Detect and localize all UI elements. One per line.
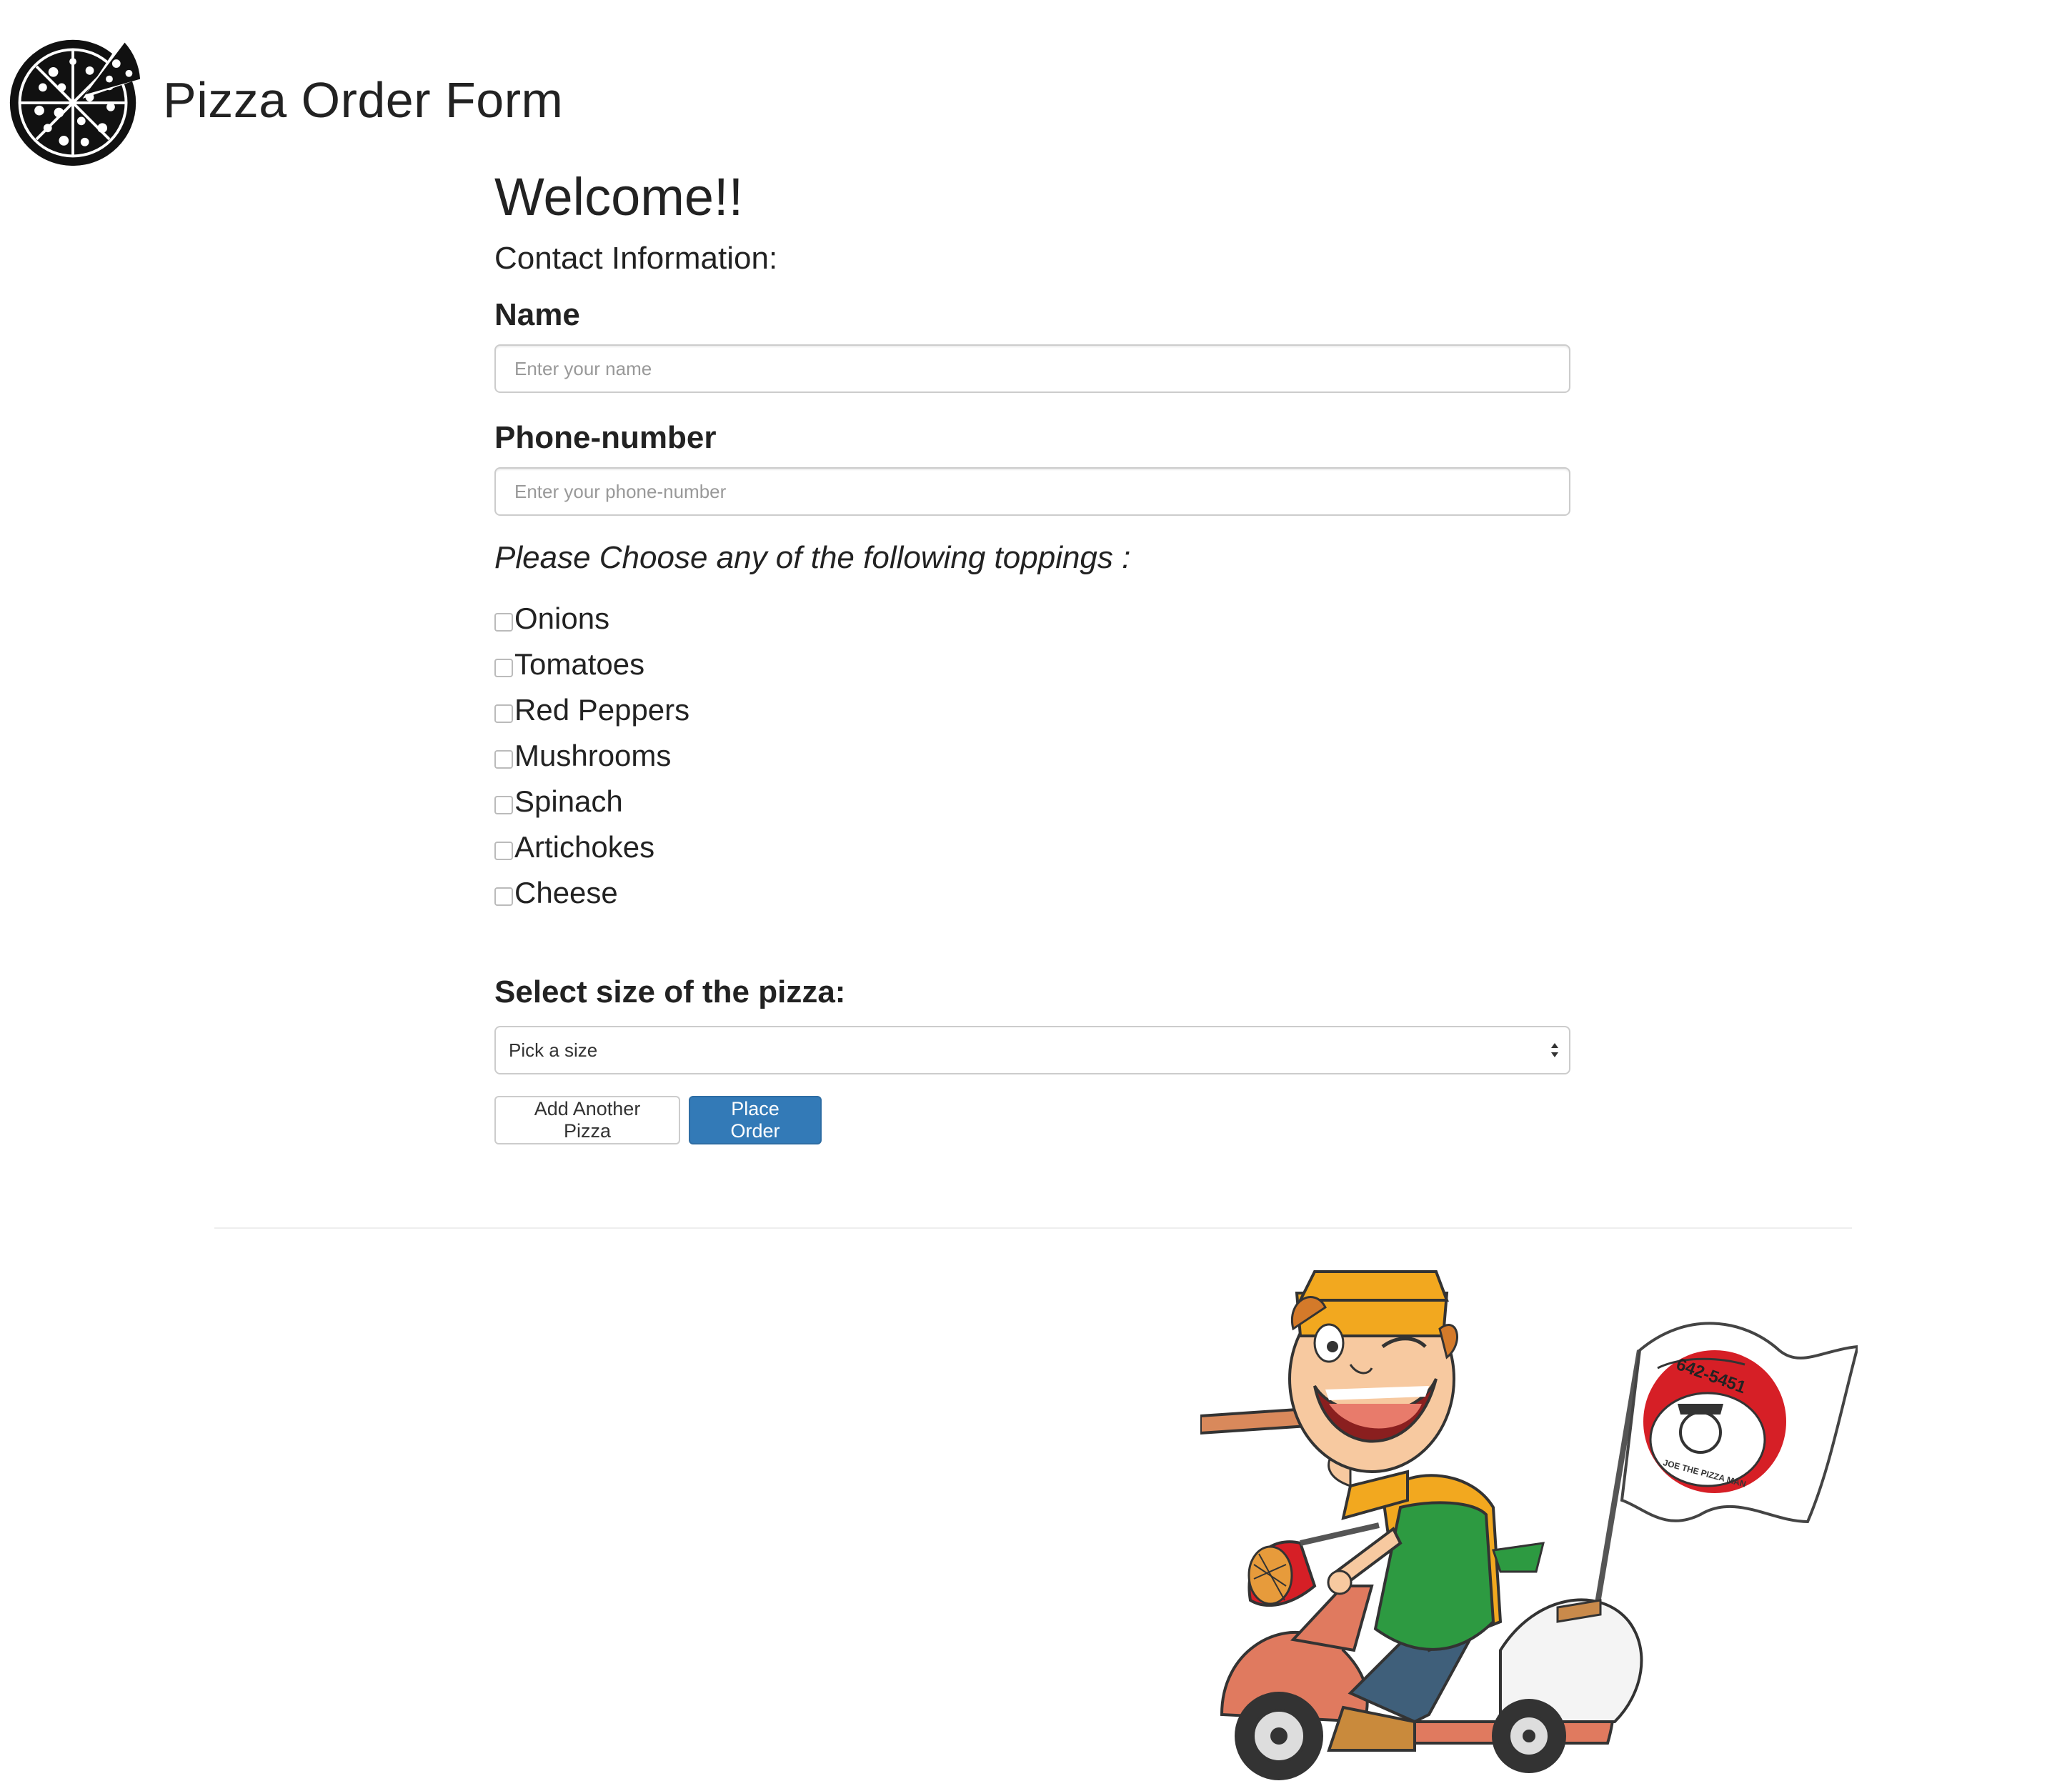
topping-cheese[interactable]: Cheese bbox=[494, 864, 1570, 910]
topping-onions[interactable]: Onions bbox=[494, 590, 1570, 636]
topping-mushrooms[interactable]: Mushrooms bbox=[494, 727, 1570, 773]
topping-cheese-label: Cheese bbox=[514, 876, 618, 909]
name-label: Name bbox=[494, 297, 580, 332]
form-actions: Add Another Pizza Place Order bbox=[494, 1096, 1570, 1144]
topping-spinach[interactable]: Spinach bbox=[494, 773, 1570, 819]
order-form: Welcome!! Contact Information: Name Phon… bbox=[494, 163, 1570, 1144]
topping-spinach-label: Spinach bbox=[514, 784, 623, 818]
topping-tomatoes[interactable]: Tomatoes bbox=[494, 636, 1570, 682]
toppings-list: Onions Tomatoes Red Peppers Mushrooms Sp… bbox=[494, 590, 1570, 910]
topping-artichokes[interactable]: Artichokes bbox=[494, 819, 1570, 864]
topping-artichokes-checkbox[interactable] bbox=[494, 842, 513, 860]
topping-cheese-checkbox[interactable] bbox=[494, 887, 513, 906]
size-select-wrapper: Pick a size bbox=[494, 1026, 1570, 1074]
contact-info-heading: Contact Information: bbox=[494, 241, 778, 276]
topping-tomatoes-label: Tomatoes bbox=[514, 647, 645, 681]
toppings-prompt: Please Choose any of the following toppi… bbox=[494, 540, 1131, 575]
topping-spinach-checkbox[interactable] bbox=[494, 796, 513, 814]
topping-red-peppers-label: Red Peppers bbox=[514, 693, 690, 727]
topping-red-peppers-checkbox[interactable] bbox=[494, 704, 513, 723]
pizza-delivery-illustration: 642-5451 JOE THE PIZZA MAN bbox=[1200, 1270, 1858, 1780]
topping-mushrooms-checkbox[interactable] bbox=[494, 750, 513, 769]
topping-red-peppers[interactable]: Red Peppers bbox=[494, 682, 1570, 727]
add-another-pizza-button[interactable]: Add Another Pizza bbox=[494, 1096, 680, 1144]
topping-onions-label: Onions bbox=[514, 602, 610, 635]
phone-input[interactable] bbox=[494, 467, 1570, 516]
topping-tomatoes-checkbox[interactable] bbox=[494, 659, 513, 677]
topping-artichokes-label: Artichokes bbox=[514, 830, 655, 864]
welcome-heading: Welcome!! bbox=[494, 167, 744, 226]
size-label: Select size of the pizza: bbox=[494, 974, 846, 1009]
page-header: Pizza Order Form bbox=[4, 29, 563, 171]
app-title: Pizza Order Form bbox=[163, 72, 564, 128]
footer-divider bbox=[214, 1227, 1852, 1229]
topping-mushrooms-label: Mushrooms bbox=[514, 739, 672, 772]
place-order-button[interactable]: Place Order bbox=[689, 1096, 822, 1144]
phone-label: Phone-number bbox=[494, 420, 717, 455]
pizza-icon bbox=[9, 36, 144, 166]
size-select[interactable]: Pick a size bbox=[494, 1026, 1570, 1074]
topping-onions-checkbox[interactable] bbox=[494, 613, 513, 632]
name-input[interactable] bbox=[494, 344, 1570, 393]
